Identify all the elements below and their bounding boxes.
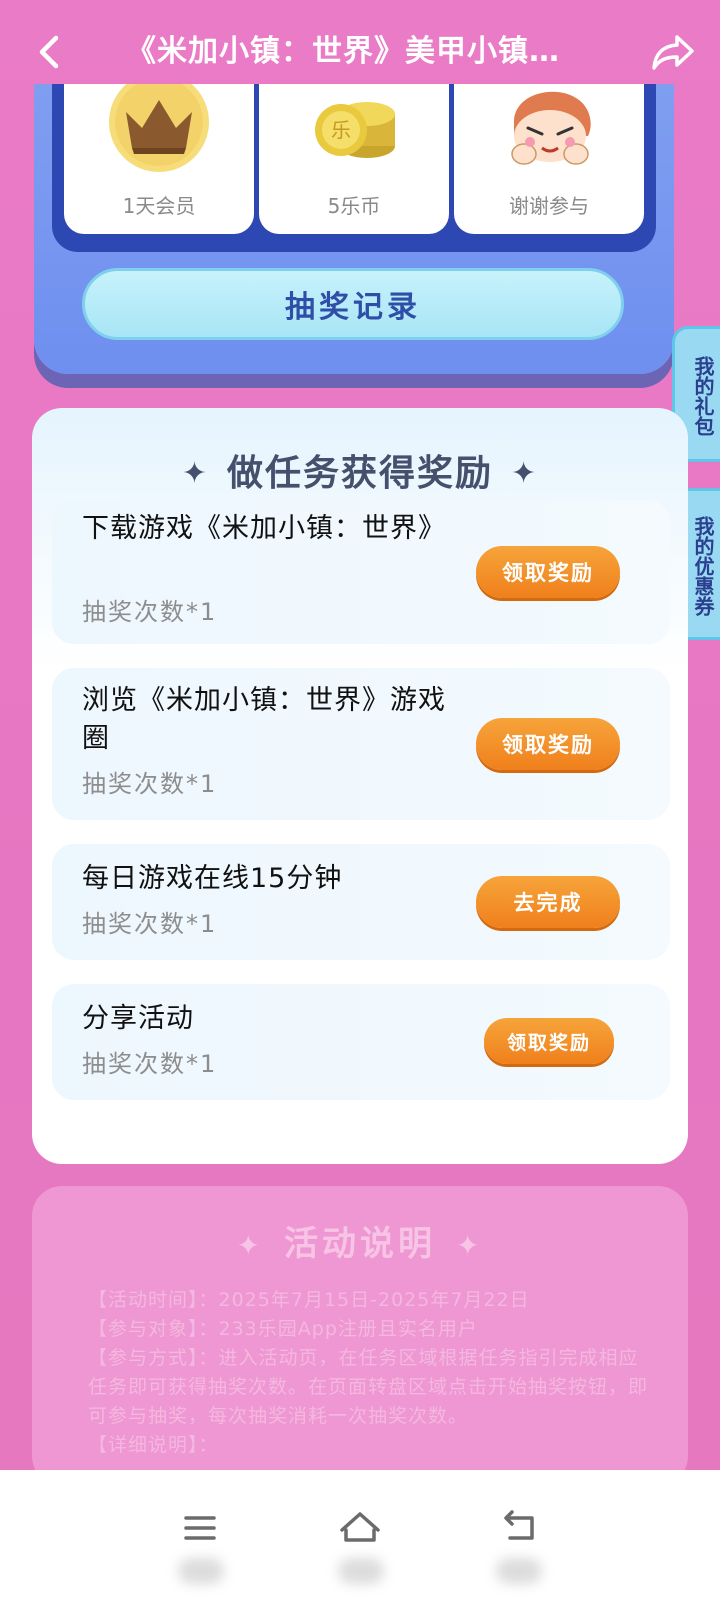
task-name: 下载游戏《米加小镇：世界》	[82, 513, 446, 544]
return-icon	[504, 1510, 534, 1540]
rules-title-row: ✦ 活动说明 ✦	[32, 1216, 688, 1265]
rules-title: 活动说明	[284, 1224, 436, 1264]
claim-reward-button[interactable]: 领取奖励	[476, 718, 620, 770]
task-count: 抽奖次数*1	[82, 1050, 218, 1078]
go-complete-button[interactable]: 去完成	[476, 876, 620, 928]
claim-reward-button[interactable]: 领取奖励	[484, 1018, 614, 1064]
chevron-left-icon	[39, 35, 59, 69]
nav-indicator	[338, 1558, 384, 1584]
menu-button[interactable]	[170, 1506, 230, 1550]
back-nav-button[interactable]	[488, 1506, 548, 1550]
lottery-panel: 1天会员 乐 5乐币 谢谢参与 抽奖记录	[34, 84, 674, 374]
sparkle-icon: ✦	[456, 1229, 484, 1262]
sparkle-icon: ✦	[236, 1229, 264, 1262]
back-button[interactable]	[30, 30, 70, 74]
tasks-title-row: ✦ 做任务获得奖励 ✦	[32, 444, 688, 496]
page-title: 《米加小镇：世界》美甲小镇…	[126, 34, 560, 69]
task-item: 分享活动 抽奖次数*1 领取奖励	[52, 984, 670, 1100]
task-name: 浏览《米加小镇：世界》游戏圈	[82, 685, 446, 754]
rules-text: 【活动时间】：2025年7月15日-2025年7月22日 【参与对象】：233乐…	[88, 1286, 648, 1460]
home-button[interactable]	[330, 1506, 390, 1550]
home-icon	[340, 1512, 380, 1542]
task-count: 抽奖次数*1	[82, 598, 218, 626]
prize-label: 1天会员	[122, 194, 196, 218]
rules-line: 【参与方式】：进入活动页，在任务区域根据任务指引完成相应任务即可获得抽奖次数。在…	[88, 1347, 649, 1427]
activity-page: 《米加小镇：世界》美甲小镇… 1天会员 乐 5乐币 谢谢参与 抽奖记录 我的礼包…	[0, 0, 720, 1612]
claim-reward-button[interactable]: 领取奖励	[476, 546, 620, 598]
task-name: 分享活动	[82, 1003, 194, 1034]
nav-indicator	[496, 1558, 542, 1584]
task-item: 每日游戏在线15分钟 抽奖次数*1 去完成	[52, 844, 670, 960]
prize-label: 谢谢参与	[509, 194, 589, 218]
prize-label: 5乐币	[327, 194, 381, 218]
task-item: 下载游戏《米加小镇：世界》 抽奖次数*1 领取奖励	[52, 500, 670, 644]
prize-card: 1天会员	[64, 84, 254, 234]
share-icon	[652, 35, 694, 70]
task-count: 抽奖次数*1	[82, 770, 218, 798]
task-count: 抽奖次数*1	[82, 910, 218, 938]
rules-line: 【详细说明】：	[88, 1434, 219, 1456]
system-nav-bar	[0, 1470, 720, 1612]
prize-card: 乐 5乐币	[259, 84, 449, 234]
lottery-record-button[interactable]: 抽奖记录	[82, 268, 624, 340]
crown-icon	[109, 84, 209, 172]
tasks-title: 做任务获得奖励	[226, 453, 493, 494]
rules-line: 【活动时间】：2025年7月15日-2025年7月22日	[88, 1289, 530, 1311]
coin-stack-icon: 乐	[315, 102, 395, 158]
nav-indicator	[178, 1558, 224, 1584]
svg-text:乐: 乐	[331, 118, 351, 142]
tasks-card: ✦ 做任务获得奖励 ✦ 下载游戏《米加小镇：世界》 抽奖次数*1 领取奖励 浏览《米…	[32, 408, 688, 1164]
sparkle-icon: ✦	[511, 456, 539, 491]
task-item: 浏览《米加小镇：世界》游戏圈 抽奖次数*1 领取奖励	[52, 668, 670, 820]
menu-icon	[184, 1516, 216, 1540]
sparkle-icon: ✦	[181, 456, 209, 491]
prize-list: 1天会员 乐 5乐币 谢谢参与	[52, 84, 656, 252]
task-name: 每日游戏在线15分钟	[82, 863, 343, 894]
rules-line: 【参与对象】：233乐园App注册且实名用户	[88, 1318, 478, 1340]
mascot-icon	[511, 91, 591, 165]
share-button[interactable]	[650, 30, 696, 76]
prize-card: 谢谢参与	[454, 84, 644, 234]
rules-card: ✦ 活动说明 ✦ 【活动时间】：2025年7月15日-2025年7月22日 【参与对…	[32, 1186, 688, 1486]
